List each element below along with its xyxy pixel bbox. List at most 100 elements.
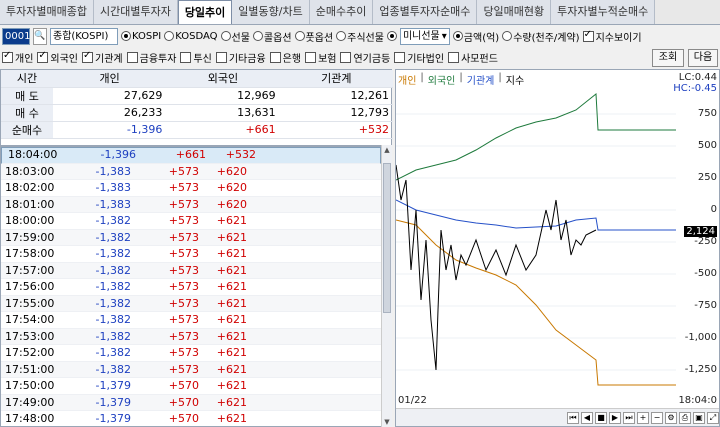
market-radio-1[interactable]: KOSDAQ	[164, 29, 218, 44]
stop-icon[interactable]: ■	[595, 411, 607, 424]
row-personal: -1,382	[95, 247, 131, 260]
tab-1[interactable]: 시간대별투자자	[93, 0, 178, 24]
table-row[interactable]: 17:56:00 -1,382 +573 +621	[1, 279, 381, 296]
mini-select-label: 미니선물	[402, 30, 440, 42]
row-foreign: +570	[168, 379, 199, 392]
mini-select[interactable]: 미니선물 ▾	[399, 27, 450, 45]
save-icon[interactable]: ▣	[693, 411, 705, 424]
row-time: 18:00:00	[5, 214, 55, 227]
check-icon	[305, 52, 317, 63]
tab-0[interactable]: 투자자별매매종합	[0, 0, 94, 24]
summary-row-label: 순매수	[1, 121, 53, 139]
table-row[interactable]: 17:58:00 -1,382 +573 +621	[1, 246, 381, 263]
settings-icon[interactable]: ⚙	[665, 411, 677, 424]
filter-check-1[interactable]: 외국인	[37, 50, 78, 65]
last-icon[interactable]: ⏭	[623, 411, 635, 424]
table-row[interactable]: 17:53:00 -1,382 +573 +621	[1, 328, 381, 345]
filter-check-2[interactable]: 기관계	[82, 50, 123, 65]
scroll-down-icon[interactable]: ▼	[382, 417, 392, 427]
table-row[interactable]: 17:54:00 -1,382 +573 +621	[1, 312, 381, 329]
table-row[interactable]: 17:50:00 -1,379 +570 +621	[1, 378, 381, 395]
filter-check-6[interactable]: 은행	[269, 50, 301, 65]
index-series-line	[396, 164, 597, 371]
row-institution: +621	[216, 346, 247, 359]
zoom-out-icon[interactable]: −	[651, 411, 663, 424]
filter-check-10[interactable]: 사모펀드	[448, 50, 498, 65]
summary-personal: 27,629	[53, 87, 167, 105]
tab-6[interactable]: 당일매매현황	[477, 0, 552, 24]
scroll-up-icon[interactable]: ▲	[382, 145, 392, 155]
print-icon[interactable]: ⎙	[679, 411, 691, 424]
summary-personal: 26,233	[53, 104, 167, 122]
check-icon	[269, 52, 281, 63]
search-icon[interactable]: 🔍	[33, 27, 47, 45]
table-row[interactable]: 18:01:00 -1,383 +573 +620	[1, 196, 381, 213]
filter-check-4[interactable]: 투신	[180, 50, 212, 65]
market-radio-4[interactable]: 풋옵션	[294, 29, 333, 44]
investor-table: 시간 개인 외국인 기관계 매 도 27,629 12,969 12,261 매 수 26,23…	[0, 69, 393, 427]
filter-check-0[interactable]: 개인	[2, 50, 33, 65]
market-radio-2[interactable]: 선물	[220, 29, 250, 44]
table-row[interactable]: 17:52:00 -1,382 +573 +621	[1, 345, 381, 362]
market-radios: KOSPI KOSDAQ 선물 콜옵션 풋옵션 주식선물	[121, 29, 397, 44]
row-institution: +621	[216, 329, 247, 343]
table-row[interactable]: 18:04:00 -1,396 +661 +532	[1, 147, 381, 164]
index-check[interactable]: 지수보이기	[582, 29, 642, 44]
tab-3[interactable]: 일별동향/차트	[232, 0, 310, 24]
table-row[interactable]: 18:03:00 -1,383 +573 +620	[1, 163, 381, 180]
summary-institution: 12,261	[279, 87, 393, 105]
x-start-label: 01/22	[398, 395, 427, 406]
row-institution: +621	[216, 247, 247, 260]
minute-list[interactable]: 18:04:00 -1,396 +661 +532 18:03:00 -1,383 +573…	[1, 145, 381, 427]
unit-radio-1[interactable]: 수량(천주/계약)	[502, 29, 580, 44]
market-radio-5[interactable]: 주식선물	[336, 29, 384, 44]
tab-7[interactable]: 투자자별누적순매수	[551, 0, 656, 24]
summary-personal: -1,396	[53, 121, 167, 139]
radio-dot-icon	[452, 31, 463, 41]
code-input[interactable]: 0001	[2, 27, 30, 45]
table-row[interactable]: 17:57:00 -1,382 +573 +621	[1, 262, 381, 279]
tab-2[interactable]: 당일추이	[177, 0, 233, 24]
table-row[interactable]: 18:00:00 -1,382 +573 +621	[1, 213, 381, 230]
tab-4[interactable]: 순매수추이	[309, 0, 374, 24]
scroll-thumb[interactable]	[383, 163, 391, 313]
row-personal: -1,396	[100, 148, 136, 162]
filter-label: 개인	[15, 54, 34, 65]
filter-label: 외국인	[50, 54, 79, 65]
table-row[interactable]: 17:59:00 -1,382 +573 +621	[1, 229, 381, 246]
table-row[interactable]: 17:51:00 -1,382 +573 +621	[1, 361, 381, 378]
filter-check-9[interactable]: 기타법인	[394, 50, 444, 65]
tab-5[interactable]: 업종별투자자순매수	[373, 0, 478, 24]
next-icon[interactable]: ▶	[609, 411, 621, 424]
market-radio-3[interactable]: 콜옵션	[252, 29, 292, 44]
summary-header-2: 외국인	[166, 70, 280, 88]
table-row[interactable]: 17:55:00 -1,382 +573 +621	[1, 295, 381, 312]
expand-icon[interactable]: ⤢	[707, 411, 719, 424]
table-row[interactable]: 17:49:00 -1,379 +570 +621	[1, 394, 381, 411]
row-personal: -1,382	[95, 362, 131, 376]
row-foreign: +573	[168, 247, 199, 260]
vertical-scrollbar[interactable]: ▲ ▼	[381, 145, 392, 427]
row-time: 17:48:00	[5, 412, 55, 425]
filter-check-5[interactable]: 기타금융	[215, 50, 266, 65]
prev-icon[interactable]: ◀	[581, 411, 593, 424]
row-foreign: +573	[168, 280, 199, 293]
table-row[interactable]: 18:02:00 -1,383 +573 +620	[1, 180, 381, 197]
filter-check-8[interactable]: 연기금등	[340, 50, 390, 65]
y-tick-label: -750	[694, 300, 717, 311]
query-button[interactable]: 조회	[652, 49, 684, 67]
market-radio-6[interactable]	[386, 29, 397, 44]
first-icon[interactable]: ⏮	[567, 411, 579, 424]
market-radio-label: KOSPI	[132, 30, 162, 42]
next-button[interactable]: 다음	[688, 49, 718, 67]
unit-radio-0[interactable]: 금액(억)	[452, 29, 499, 44]
zoom-in-icon[interactable]: +	[637, 411, 649, 424]
radio-dot-icon	[336, 31, 347, 41]
table-row[interactable]: 17:48:00 -1,379 +570 +621	[1, 411, 381, 427]
row-time: 17:58:00	[5, 247, 55, 260]
market-select[interactable]: 종합(KOSPI)	[50, 27, 118, 45]
filter-check-3[interactable]: 금융투자	[126, 50, 176, 65]
filter-check-7[interactable]: 보험	[305, 50, 336, 65]
market-radio-0[interactable]: KOSPI	[121, 29, 161, 44]
row-time: 17:49:00	[5, 395, 55, 409]
